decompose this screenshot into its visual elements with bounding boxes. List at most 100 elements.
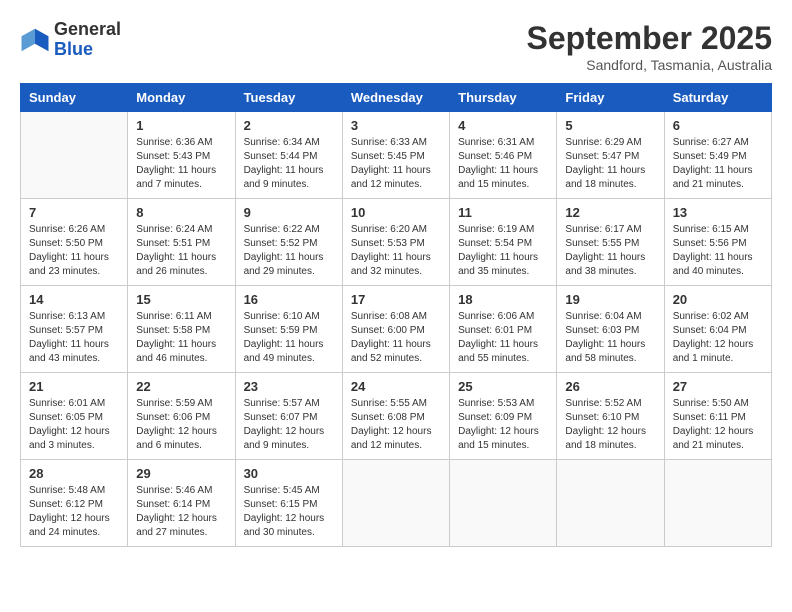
logo-general: General [54,20,121,40]
day-info: Sunrise: 6:27 AM Sunset: 5:49 PM Dayligh… [673,136,763,192]
calendar-weekday-header: Friday [557,84,664,112]
day-info: Sunrise: 6:31 AM Sunset: 5:46 PM Dayligh… [458,136,548,192]
calendar-week-row: 14Sunrise: 6:13 AM Sunset: 5:57 PM Dayli… [21,286,772,373]
location-title: Sandford, Tasmania, Australia [527,57,772,73]
day-number: 30 [244,466,334,481]
day-number: 22 [136,379,226,394]
day-number: 13 [673,205,763,220]
calendar-day-cell: 23 Sunrise: 5:57 AM Sunset: 6:07 PM Dayli… [235,373,342,460]
calendar-day-cell: 3Sunrise: 6:33 AM Sunset: 5:45 PM Daylig… [342,112,449,199]
day-number: 5 [565,118,655,133]
day-number: 11 [458,205,548,220]
calendar-day-cell: 12Sunrise: 6:17 AM Sunset: 5:55 PM Dayli… [557,199,664,286]
month-title: September 2025 [527,20,772,57]
day-number: 7 [29,205,119,220]
logo-text: General Blue [54,20,121,60]
day-number: 9 [244,205,334,220]
day-info: Sunrise: 5:45 AM Sunset: 6:15 PM Dayligh… [244,484,334,540]
calendar-day-cell: 2 Sunrise: 6:34 AM Sunset: 5:44 PM Daylig… [235,112,342,199]
calendar-day-cell: 15Sunrise: 6:11 AM Sunset: 5:58 PM Dayli… [128,286,235,373]
calendar-header-row: SundayMondayTuesdayWednesdayThursdayFrid… [21,84,772,112]
day-number: 29 [136,466,226,481]
day-info: Sunrise: 6:02 AM Sunset: 6:04 PM Dayligh… [673,310,763,366]
day-info: Sunrise: 6:36 AM Sunset: 5:43 PM Dayligh… [136,136,226,192]
day-info: Sunrise: 6:26 AM Sunset: 5:50 PM Dayligh… [29,223,119,279]
day-info: Sunrise: 5:59 AM Sunset: 6:06 PM Dayligh… [136,397,226,453]
calendar-day-cell: 13 Sunrise: 6:15 AM Sunset: 5:56 PM Dayli… [664,199,771,286]
day-info: Sunrise: 6:34 AM Sunset: 5:44 PM Dayligh… [244,136,334,192]
calendar-weekday-header: Monday [128,84,235,112]
day-number: 26 [565,379,655,394]
day-number: 21 [29,379,119,394]
calendar-weekday-header: Thursday [450,84,557,112]
calendar-day-cell: 14Sunrise: 6:13 AM Sunset: 5:57 PM Dayli… [21,286,128,373]
day-number: 25 [458,379,548,394]
day-number: 17 [351,292,441,307]
calendar-table: SundayMondayTuesdayWednesdayThursdayFrid… [20,83,772,547]
calendar-week-row: 21 Sunrise: 6:01 AM Sunset: 6:05 PM Dayli… [21,373,772,460]
calendar-day-cell: 18 Sunrise: 6:06 AM Sunset: 6:01 PM Dayli… [450,286,557,373]
calendar-weekday-header: Tuesday [235,84,342,112]
day-info: Sunrise: 6:22 AM Sunset: 5:52 PM Dayligh… [244,223,334,279]
day-number: 23 [244,379,334,394]
calendar-day-cell: 4 Sunrise: 6:31 AM Sunset: 5:46 PM Daylig… [450,112,557,199]
day-info: Sunrise: 5:50 AM Sunset: 6:11 PM Dayligh… [673,397,763,453]
day-number: 14 [29,292,119,307]
calendar-day-cell: 19 Sunrise: 6:04 AM Sunset: 6:03 PM Dayli… [557,286,664,373]
day-info: Sunrise: 6:06 AM Sunset: 6:01 PM Dayligh… [458,310,548,366]
calendar-day-cell: 30 Sunrise: 5:45 AM Sunset: 6:15 PM Dayli… [235,460,342,547]
day-info: Sunrise: 6:08 AM Sunset: 6:00 PM Dayligh… [351,310,441,366]
calendar-day-cell [21,112,128,199]
calendar-day-cell: 8Sunrise: 6:24 AM Sunset: 5:51 PM Daylig… [128,199,235,286]
day-info: Sunrise: 5:57 AM Sunset: 6:07 PM Dayligh… [244,397,334,453]
calendar-week-row: 1 Sunrise: 6:36 AM Sunset: 5:43 PM Daylig… [21,112,772,199]
day-number: 8 [136,205,226,220]
calendar-day-cell: 26 Sunrise: 5:52 AM Sunset: 6:10 PM Dayli… [557,373,664,460]
calendar-day-cell: 22 Sunrise: 5:59 AM Sunset: 6:06 PM Dayli… [128,373,235,460]
calendar-day-cell: 5Sunrise: 6:29 AM Sunset: 5:47 PM Daylig… [557,112,664,199]
calendar-day-cell: 25 Sunrise: 5:53 AM Sunset: 6:09 PM Dayli… [450,373,557,460]
day-number: 27 [673,379,763,394]
calendar-day-cell [450,460,557,547]
day-number: 3 [351,118,441,133]
day-info: Sunrise: 6:04 AM Sunset: 6:03 PM Dayligh… [565,310,655,366]
day-number: 24 [351,379,441,394]
day-info: Sunrise: 5:53 AM Sunset: 6:09 PM Dayligh… [458,397,548,453]
calendar-day-cell: 1 Sunrise: 6:36 AM Sunset: 5:43 PM Daylig… [128,112,235,199]
day-number: 2 [244,118,334,133]
day-info: Sunrise: 6:01 AM Sunset: 6:05 PM Dayligh… [29,397,119,453]
day-number: 19 [565,292,655,307]
day-info: Sunrise: 6:11 AM Sunset: 5:58 PM Dayligh… [136,310,226,366]
calendar-day-cell [664,460,771,547]
calendar-day-cell: 29Sunrise: 5:46 AM Sunset: 6:14 PM Dayli… [128,460,235,547]
day-number: 12 [565,205,655,220]
calendar-day-cell: 6 Sunrise: 6:27 AM Sunset: 5:49 PM Daylig… [664,112,771,199]
page-header: General Blue September 2025 Sandford, Ta… [20,20,772,73]
calendar-day-cell: 20 Sunrise: 6:02 AM Sunset: 6:04 PM Dayli… [664,286,771,373]
day-number: 6 [673,118,763,133]
day-info: Sunrise: 6:15 AM Sunset: 5:56 PM Dayligh… [673,223,763,279]
calendar-day-cell: 7 Sunrise: 6:26 AM Sunset: 5:50 PM Daylig… [21,199,128,286]
logo-blue: Blue [54,40,121,60]
day-number: 20 [673,292,763,307]
day-info: Sunrise: 5:55 AM Sunset: 6:08 PM Dayligh… [351,397,441,453]
calendar-day-cell: 28Sunrise: 5:48 AM Sunset: 6:12 PM Dayli… [21,460,128,547]
day-number: 18 [458,292,548,307]
day-number: 4 [458,118,548,133]
day-info: Sunrise: 5:52 AM Sunset: 6:10 PM Dayligh… [565,397,655,453]
day-info: Sunrise: 6:19 AM Sunset: 5:54 PM Dayligh… [458,223,548,279]
calendar-day-cell: 16Sunrise: 6:10 AM Sunset: 5:59 PM Dayli… [235,286,342,373]
calendar-weekday-header: Sunday [21,84,128,112]
title-container: September 2025 Sandford, Tasmania, Austr… [527,20,772,73]
calendar-weekday-header: Wednesday [342,84,449,112]
day-info: Sunrise: 5:48 AM Sunset: 6:12 PM Dayligh… [29,484,119,540]
day-number: 16 [244,292,334,307]
calendar-weekday-header: Saturday [664,84,771,112]
calendar-day-cell: 27 Sunrise: 5:50 AM Sunset: 6:11 PM Dayli… [664,373,771,460]
day-number: 1 [136,118,226,133]
logo: General Blue [20,20,121,60]
calendar-day-cell: 24 Sunrise: 5:55 AM Sunset: 6:08 PM Dayli… [342,373,449,460]
day-number: 10 [351,205,441,220]
calendar-day-cell [557,460,664,547]
calendar-day-cell [342,460,449,547]
